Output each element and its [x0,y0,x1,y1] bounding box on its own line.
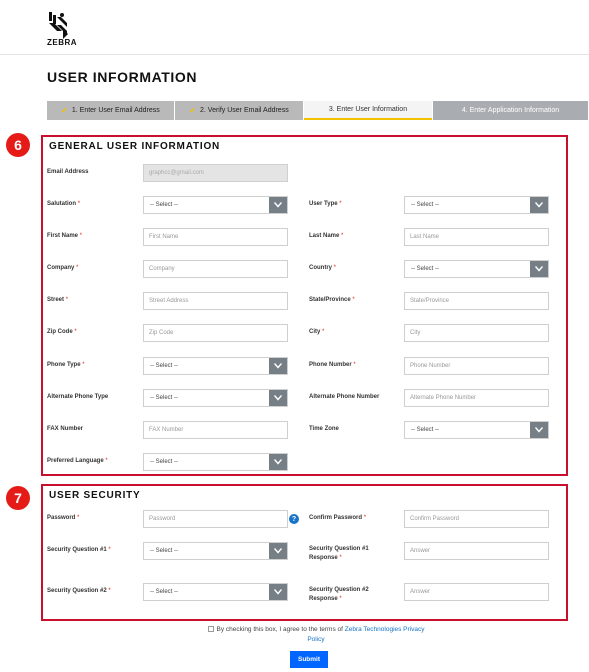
section-title-general: GENERAL USER INFORMATION [49,141,221,152]
phone-number-field[interactable]: Phone Number [404,357,549,375]
security-q1-value: -- Select -- [150,548,179,554]
step-3-label: 3. Enter User Information [328,106,408,113]
confirm-password-label: Confirm Password * [309,515,367,521]
chevron-down-icon [269,197,287,213]
user-type-label: User Type * [309,201,342,207]
fax-label: FAX Number [47,426,84,432]
user-type-select[interactable]: -- Select -- [404,196,549,214]
header-divider [0,54,589,55]
check-icon: ✔ [61,106,68,115]
phone-type-value: -- Select -- [150,363,179,369]
security-q2-select[interactable]: -- Select -- [143,583,288,601]
chevron-down-icon [530,422,548,438]
step-1[interactable]: ✔ 1. Enter User Email Address [47,101,174,120]
security-q2-label: Security Question #2 * [47,588,111,594]
user-type-value: -- Select -- [411,202,440,208]
preferred-language-label: Preferred Language * [47,458,108,464]
country-label: Country * [309,265,337,271]
section-title-security: USER SECURITY [49,490,141,501]
terms-text: By checking this box, I agree to the ter… [216,626,345,633]
city-label: City * [309,329,325,335]
time-zone-value: -- Select -- [411,427,440,433]
last-name-field[interactable]: Last Name [404,228,549,246]
email-field: graphcc@gmail.com [143,164,288,182]
time-zone-select[interactable]: -- Select -- [404,421,549,439]
state-label: State/Province * [309,297,355,303]
callout-badge-6: 6 [6,133,30,157]
phone-number-label: Phone Number * [309,362,356,368]
last-name-label: Last Name * [309,233,344,239]
time-zone-label: Time Zone [309,426,339,432]
step-3[interactable]: 3. Enter User Information [304,101,432,120]
salutation-value: -- Select -- [150,202,179,208]
salutation-label: Salutation * [47,201,81,207]
submit-button[interactable]: Submit [290,651,328,668]
security-q1-response-label: Security Question #1 Response * [309,546,369,561]
check-icon: ✔ [189,106,196,115]
fax-field[interactable]: FAX Number [143,421,288,439]
alt-phone-number-field[interactable]: Alternate Phone Number [404,389,549,407]
chevron-down-icon [269,390,287,406]
chevron-down-icon [269,543,287,559]
step-2[interactable]: ✔ 2. Verify User Email Address [175,101,303,120]
email-label: Email Address [47,169,89,175]
city-field[interactable]: City [404,324,549,342]
page-title: USER INFORMATION [47,69,198,85]
company-field[interactable]: Company [143,260,288,278]
security-q1-select[interactable]: -- Select -- [143,542,288,560]
callout-badge-7: 7 [6,486,30,510]
street-field[interactable]: Street Address [143,292,288,310]
preferred-language-value: -- Select -- [150,459,179,465]
alt-phone-number-label: Alternate Phone Number [309,394,380,400]
confirm-password-field[interactable]: Confirm Password [404,510,549,528]
password-field[interactable]: Password [143,510,288,528]
chevron-down-icon [530,261,548,277]
country-select[interactable]: -- Select -- [404,260,549,278]
step-2-label: 2. Verify User Email Address [200,107,289,114]
chevron-down-icon [269,584,287,600]
street-label: Street * [47,297,69,303]
first-name-field[interactable]: First Name [143,228,288,246]
alt-phone-type-label: Alternate Phone Type [47,394,109,400]
zip-label: Zip Code * [47,329,77,335]
security-q2-answer-field[interactable]: Answer [404,583,549,601]
help-icon[interactable]: ? [289,514,299,524]
security-q1-label: Security Question #1 * [47,547,111,553]
step-4-label: 4. Enter Application Information [461,107,560,114]
zip-field[interactable]: Zip Code [143,324,288,342]
chevron-down-icon [269,358,287,374]
terms-agreement: By checking this box, I agree to the ter… [186,625,446,645]
company-label: Company * [47,265,79,271]
terms-checkbox[interactable] [207,626,214,633]
zebra-logo-text: ZEBRA [47,38,78,47]
progress-steps: ✔ 1. Enter User Email Address ✔ 2. Verif… [47,101,588,120]
privacy-policy-link[interactable]: Zebra Technologies Privacy [345,626,425,633]
alt-phone-type-select[interactable]: -- Select -- [143,389,288,407]
security-q2-response-label: Security Question #2 Response * [309,587,369,602]
privacy-policy-link-cont[interactable]: Policy [307,636,324,643]
step-1-label: 1. Enter User Email Address [71,107,160,114]
chevron-down-icon [530,197,548,213]
step-4[interactable]: 4. Enter Application Information [433,101,588,120]
phone-type-label: Phone Type * [47,362,85,368]
phone-type-select[interactable]: -- Select -- [143,357,288,375]
password-label: Password * [47,515,80,521]
alt-phone-type-value: -- Select -- [150,395,179,401]
salutation-select[interactable]: -- Select -- [143,196,288,214]
country-value: -- Select -- [411,266,440,272]
security-q1-answer-field[interactable]: Answer [404,542,549,560]
state-field[interactable]: State/Province [404,292,549,310]
chevron-down-icon [269,454,287,470]
security-q2-value: -- Select -- [150,589,179,595]
preferred-language-select[interactable]: -- Select -- [143,453,288,471]
first-name-label: First Name * [47,233,83,239]
